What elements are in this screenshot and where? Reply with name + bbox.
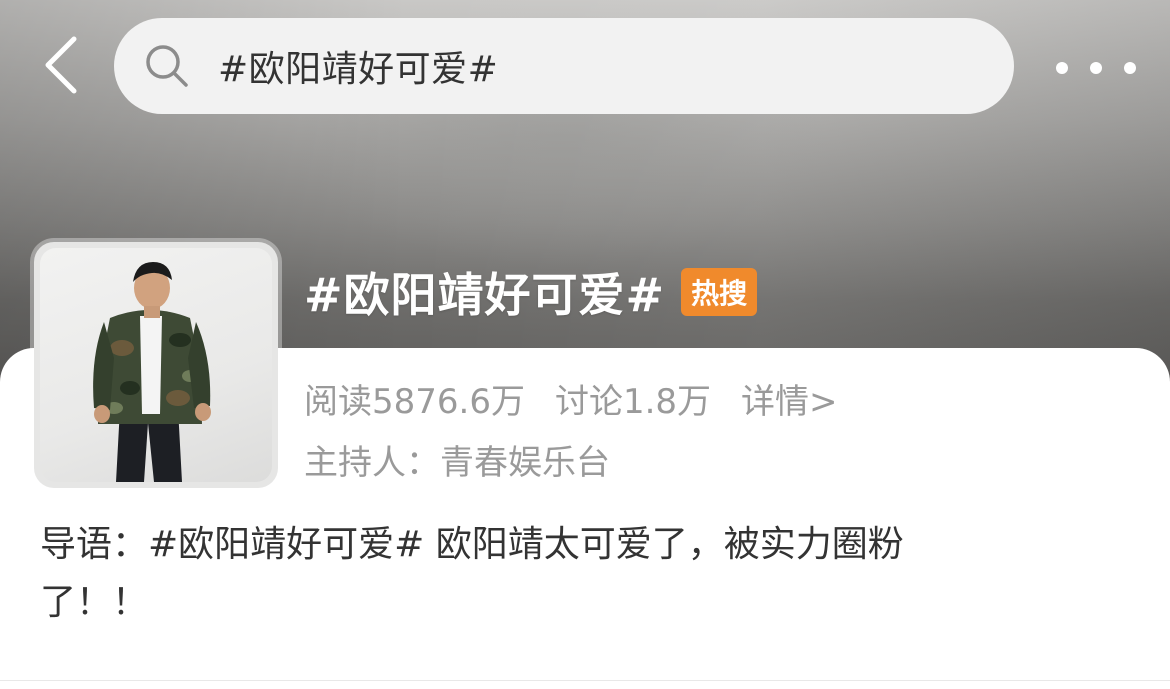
topic-intro: 导语：#欧阳靖好可爱# 欧阳靖太可爱了，被实力圈粉 了！！ — [40, 516, 1080, 632]
more-dot-icon — [1124, 62, 1136, 74]
avatar-photo — [40, 248, 272, 482]
more-dot-icon — [1056, 62, 1068, 74]
discussion-count: 讨论1.8万 — [554, 381, 712, 422]
topic-avatar[interactable] — [34, 242, 278, 488]
more-options-button[interactable] — [1056, 46, 1136, 90]
topic-title-row: #欧阳靖好可爱# 热搜 — [304, 258, 758, 326]
topic-title: #欧阳靖好可爱# — [304, 268, 666, 322]
topic-stats: 阅读5876.6万 讨论1.8万 详情> — [304, 372, 838, 424]
intro-line: 导语：#欧阳靖好可爱# 欧阳靖太可爱了，被实力圈粉 — [40, 524, 904, 565]
intro-line: 了！！ — [40, 582, 149, 623]
divider — [0, 680, 1170, 681]
search-icon — [144, 43, 190, 89]
chevron-left-icon — [45, 36, 77, 94]
back-button[interactable] — [30, 30, 90, 100]
hot-search-badge: 热搜 — [681, 268, 758, 316]
details-link[interactable]: 详情> — [741, 374, 838, 423]
search-query: #欧阳靖好可爱# — [218, 49, 499, 90]
read-count: 阅读5876.6万 — [304, 381, 525, 422]
more-dot-icon — [1090, 62, 1102, 74]
topic-host[interactable]: 主持人：青春娱乐台 — [304, 434, 610, 484]
topic-page: #欧阳靖好可爱# #欧阳靖好可爱# 热搜 阅读5876.6万 讨论1.8万 详情… — [0, 0, 1170, 689]
search-bar[interactable]: #欧阳靖好可爱# — [114, 18, 1014, 114]
